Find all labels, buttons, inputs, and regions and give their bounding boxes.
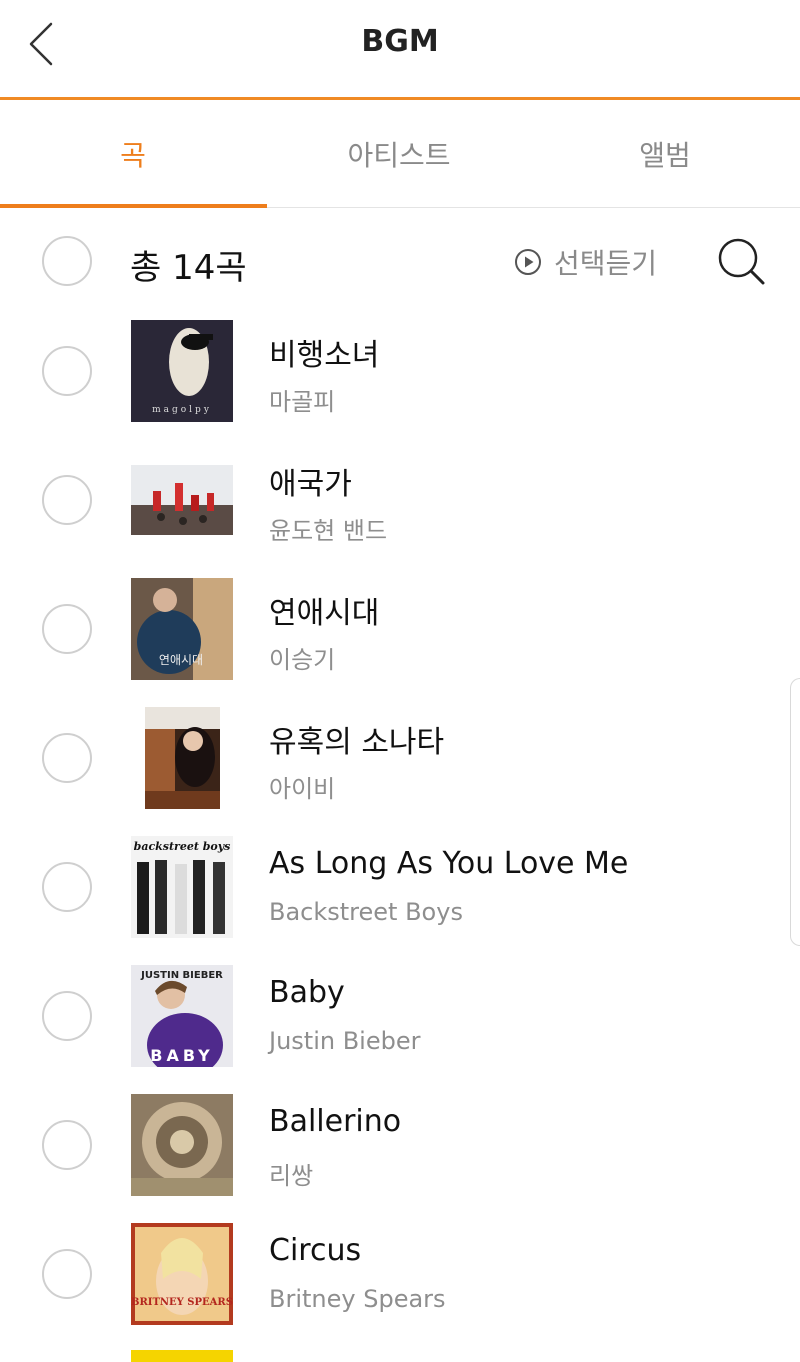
album-cover: 연애시대 [131,578,233,680]
page-title: BGM [361,24,439,59]
album-cover [145,707,220,809]
song-row[interactable]: backstreet boys As Long As You Love Me B… [0,822,800,951]
song-select-radio[interactable] [42,862,92,912]
album-cover [131,1094,233,1196]
header-bar: BGM [0,0,800,100]
search-icon [718,238,765,285]
song-title: 애국가 [269,467,352,502]
list-toolbar: 총 14곡 선택듣기 [0,208,800,314]
cover-text: backstreet boys [134,840,231,853]
song-select-radio[interactable] [42,346,92,396]
play-selected-label: 선택듣기 [554,247,658,280]
select-all-radio[interactable] [42,236,92,286]
album-cover: JUSTIN BIEBER BABY [131,965,233,1067]
song-select-radio[interactable] [42,1249,92,1299]
song-title: Ballerino [269,1104,402,1139]
song-select-radio[interactable] [42,733,92,783]
album-cover: backstreet boys [131,836,233,938]
song-artist: Justin Bieber [269,1027,421,1055]
song-row[interactable]: 연애시대 연애시대 이승기 [0,564,800,693]
song-artist: 리쌍 [269,1162,314,1190]
search-button[interactable] [716,236,768,288]
album-cover-partial [131,1350,233,1362]
song-list: magolpy 비행소녀 마골피 애국가 윤도현 밴드 연애시대 연애시대 이승… [0,306,800,1338]
song-title: Circus [269,1233,362,1268]
song-row[interactable]: BRITNEY SPEARS Circus Britney Spears [0,1209,800,1338]
tab-songs[interactable]: 곡 [0,100,266,207]
cover-text: magolpy [152,405,212,415]
song-artist: 아이비 [269,775,336,803]
song-title: Baby [269,975,345,1010]
play-selected-button[interactable]: 선택듣기 [514,242,657,282]
song-row[interactable]: JUSTIN BIEBER BABY Baby Justin Bieber [0,951,800,1080]
svg-text:JUSTIN BIEBER: JUSTIN BIEBER [140,970,223,981]
scroll-handle[interactable] [790,678,800,946]
song-title: As Long As You Love Me [269,846,629,881]
song-row[interactable]: 애국가 윤도현 밴드 [0,435,800,564]
song-title: 비행소녀 [269,338,380,373]
cover-text: BRITNEY SPEARS [131,1297,233,1308]
song-artist: Britney Spears [269,1285,446,1313]
play-circle-icon [515,249,541,275]
album-cover: magolpy [131,320,233,422]
tab-albums[interactable]: 앨범 [532,100,798,207]
total-count: 총 14곡 [130,248,247,288]
song-artist: 이승기 [269,646,336,674]
album-cover [131,465,233,535]
app-screen: BGM 곡 아티스트 앨범 총 14곡 선택듣기 magolpy 비행소녀 마골… [0,0,800,1362]
song-artist: Backstreet Boys [269,898,463,926]
song-select-radio[interactable] [42,991,92,1041]
tab-artists[interactable]: 아티스트 [266,100,532,207]
song-row[interactable]: Ballerino 리쌍 [0,1080,800,1209]
song-row[interactable]: 유혹의 소나타 아이비 [0,693,800,822]
song-select-radio[interactable] [42,1120,92,1170]
song-title: 연애시대 [269,596,380,631]
song-select-radio[interactable] [42,604,92,654]
song-artist: 마골피 [269,388,336,416]
song-artist: 윤도현 밴드 [269,517,388,545]
tab-bar: 곡 아티스트 앨범 [0,100,800,208]
song-title: 유혹의 소나타 [269,725,445,760]
cover-text: 연애시대 [159,653,203,667]
album-cover: BRITNEY SPEARS [131,1223,233,1325]
svg-text:BABY: BABY [150,1046,213,1065]
song-row[interactable]: magolpy 비행소녀 마골피 [0,306,800,435]
song-select-radio[interactable] [42,475,92,525]
